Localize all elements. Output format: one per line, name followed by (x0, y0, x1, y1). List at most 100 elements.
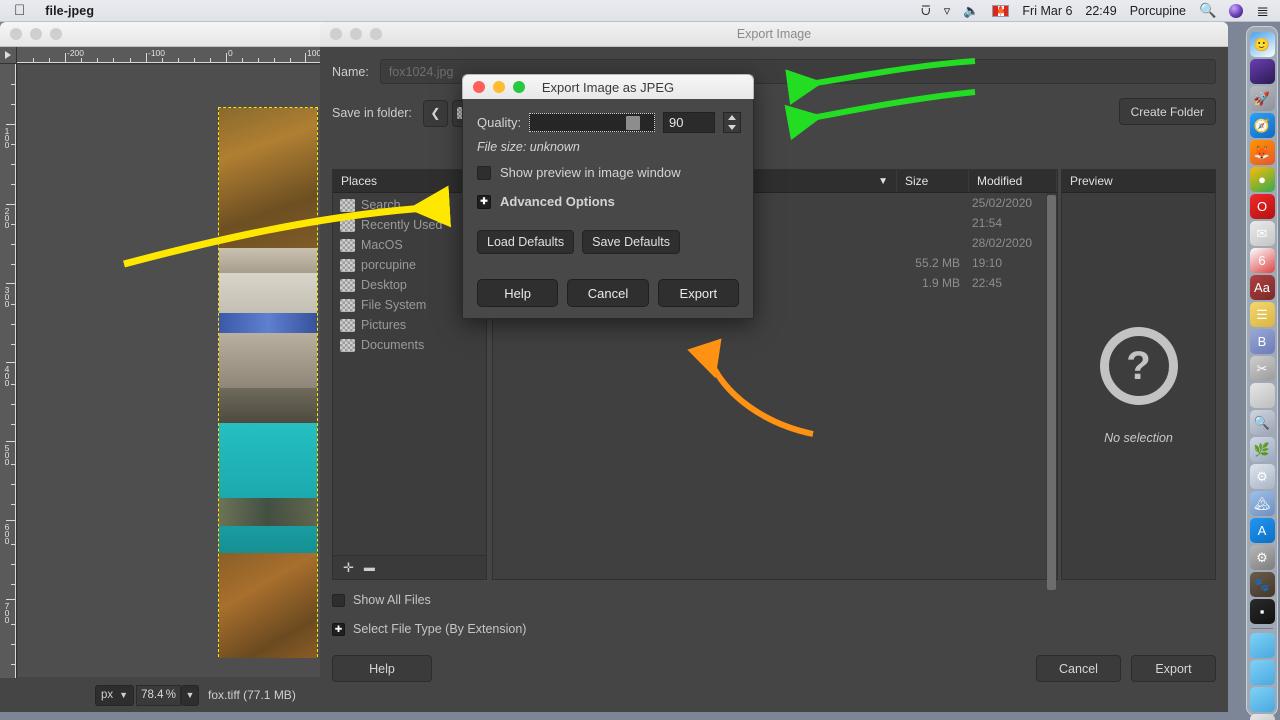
quality-slider-handle[interactable] (625, 116, 640, 130)
dock-item-automator[interactable]: ⚙ (1249, 464, 1275, 489)
dock-item-finder[interactable]: 🙂 (1249, 32, 1275, 57)
triangle-up-icon[interactable] (728, 115, 736, 121)
dock-item-preview-app[interactable]: 🔍 (1249, 410, 1275, 435)
place-label: Pictures (361, 318, 407, 332)
dock-item-calendar[interactable]: 6 (1249, 248, 1275, 273)
place-item-documents[interactable]: Documents (333, 335, 486, 355)
menubar-time[interactable]: 22:49 (1085, 4, 1116, 18)
dock-item-folder-3[interactable] (1249, 687, 1275, 712)
row-size: 1.9 MB (921, 276, 960, 290)
chevron-left-icon[interactable]: ❮ (422, 99, 448, 127)
filename-value: fox1024.jpg (388, 64, 454, 79)
unit-selector[interactable]: px ▼ (95, 684, 135, 706)
places-footer: ✛ ▬ (333, 555, 486, 579)
dock-item-chrome[interactable]: ● (1249, 167, 1275, 192)
quality-slider[interactable] (529, 113, 655, 132)
column-size[interactable]: Size (897, 170, 969, 192)
row-size: 55.2 MB (915, 256, 960, 270)
export-button[interactable]: Export (1131, 655, 1216, 682)
dock-item-folder-1[interactable] (1249, 633, 1275, 658)
dock-item-app-store[interactable]: A (1249, 518, 1275, 543)
apple-menu-icon[interactable]:  (14, 3, 25, 18)
zoom-level-field[interactable]: 78.4 % (136, 684, 181, 706)
dock-item-photos[interactable]: 🏔 (1249, 491, 1275, 516)
cancel-button[interactable]: Cancel (1036, 655, 1121, 682)
place-label: porcupine (361, 258, 416, 272)
ruler-origin-button[interactable] (0, 47, 17, 64)
show-all-files-option[interactable]: Show All Files (332, 593, 431, 607)
advanced-options-expander[interactable]: ✚ Advanced Options (477, 194, 615, 209)
preview-panel: Preview ? No selection (1061, 169, 1216, 580)
show-preview-option[interactable]: Show preview in image window (477, 165, 681, 180)
ruler-v-label-4: 500 (2, 443, 12, 464)
dock-item-documents-stack[interactable] (1249, 714, 1275, 720)
load-defaults-button[interactable]: Load Defaults (477, 230, 575, 254)
folder-icon (340, 238, 355, 252)
select-file-type-label: Select File Type (By Extension) (353, 622, 527, 636)
help-button[interactable]: Help (332, 655, 432, 682)
ruler-v-label-5: 600 (2, 522, 12, 543)
dock-item-gimp[interactable]: 🐾 (1249, 572, 1275, 597)
dock-item-system-preferences[interactable]: ⚙ (1249, 545, 1275, 570)
dock-item-mail[interactable]: ✉ (1249, 221, 1275, 246)
menubar-date[interactable]: Fri Mar 6 (1022, 4, 1072, 18)
show-preview-checkbox[interactable] (477, 165, 491, 180)
dock-item-dictionary[interactable]: Aa (1249, 275, 1275, 300)
quality-label: Quality: (477, 115, 522, 130)
bluetooth-icon[interactable]: ⩂ (921, 2, 931, 19)
quality-spinbox[interactable]: 90 (663, 112, 715, 133)
save-defaults-button[interactable]: Save Defaults (582, 230, 680, 254)
keyboard-flag-icon[interactable]: 🍁 (992, 4, 1010, 17)
file-list-scroll-thumb[interactable] (1047, 195, 1056, 590)
dock-item-firefox[interactable]: 🦊 (1249, 140, 1275, 165)
image-photo-fox[interactable] (218, 107, 318, 658)
minus-icon[interactable]: ▬ (364, 562, 375, 574)
dock-item-image-capture[interactable]: 🌿 (1249, 437, 1275, 462)
menubar-user[interactable]: Porcupine (1130, 4, 1186, 18)
dock-item-utilities[interactable]: ✂ (1249, 356, 1275, 381)
dock-item-opera[interactable]: O (1249, 194, 1275, 219)
column-modified[interactable]: Modified (969, 170, 1057, 192)
ruler-h-label-1: -100 (148, 48, 166, 58)
file-list-scrollbar[interactable] (1046, 193, 1057, 590)
triangle-down-icon[interactable] (728, 124, 736, 130)
wifi-icon[interactable]: ▿ (944, 3, 951, 19)
select-file-type-option[interactable]: ✚ Select File Type (By Extension) (332, 622, 526, 636)
file-size-text: File size: unknown (477, 140, 580, 154)
jpeg-cancel-button[interactable]: Cancel (567, 279, 649, 307)
name-label: Name: (332, 64, 369, 79)
expander-plus-icon[interactable]: ✚ (477, 194, 491, 209)
quality-row: Quality: 90 (477, 112, 741, 133)
dock-item-safari[interactable]: 🧭 (1249, 113, 1275, 138)
jpeg-help-button[interactable]: Help (477, 279, 559, 307)
dock-item-notes[interactable]: ☰ (1249, 302, 1275, 327)
export-window-title: Export Image (736, 27, 812, 41)
active-app-name[interactable]: file-jpeg (45, 4, 94, 18)
dock-item-launchpad[interactable]: 🚀 (1249, 86, 1275, 111)
preview-empty-text: No selection (1104, 431, 1173, 445)
status-file-info: fox.tiff (77.1 MB) (208, 688, 296, 702)
show-all-files-checkbox[interactable] (332, 593, 345, 607)
dock-item-folder-2[interactable] (1249, 660, 1275, 685)
notification-center-icon[interactable]: ≣ (1256, 2, 1269, 20)
zoom-dropdown-button[interactable]: ▼ (181, 684, 199, 706)
search-icon[interactable]: 🔍 (1199, 2, 1216, 19)
jpeg-export-button[interactable]: Export (657, 279, 739, 307)
expander-plus-icon[interactable]: ✚ (332, 622, 345, 636)
plus-icon[interactable]: ✛ (343, 560, 354, 576)
place-label: MacOS (361, 238, 403, 252)
row-modified: 22:45 (972, 276, 1003, 290)
dock-item-siri[interactable] (1249, 59, 1275, 84)
show-all-files-label: Show All Files (353, 593, 431, 607)
dock-item-terminal[interactable]: ▪ (1249, 599, 1275, 624)
vertical-ruler[interactable]: 100 200 300 400 500 600 700 (0, 64, 17, 678)
quality-stepper[interactable] (723, 112, 741, 133)
volume-icon[interactable]: 🔈 (963, 3, 979, 19)
home-folder-icon (340, 258, 355, 272)
ruler-v-label-6: 700 (2, 601, 12, 622)
save-in-folder-label: Save in folder: (332, 106, 412, 120)
dock-item-bitcoin-app[interactable]: B (1249, 329, 1275, 354)
siri-icon[interactable] (1229, 3, 1244, 18)
create-folder-button[interactable]: Create Folder (1118, 98, 1216, 125)
dock-item-paper-bin[interactable] (1249, 383, 1275, 408)
